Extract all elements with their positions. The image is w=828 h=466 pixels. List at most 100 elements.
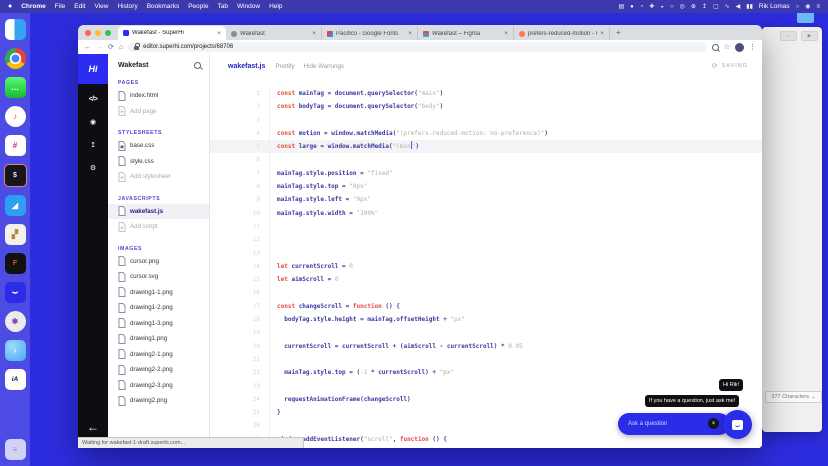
- code-text[interactable]: mainTag.style.left = "0px": [270, 193, 371, 206]
- code-text[interactable]: [270, 380, 277, 393]
- code-line[interactable]: 11: [210, 219, 762, 234]
- file-item[interactable]: drawing2-2.png: [108, 362, 209, 378]
- code-text[interactable]: mainTag.style.top = (-1 * currentScroll)…: [270, 366, 454, 379]
- circle-icon[interactable]: ○: [670, 4, 674, 10]
- code-text[interactable]: requestAnimationFrame(changeScroll): [270, 393, 410, 406]
- code-text[interactable]: mainTag.style.width = "100%": [270, 207, 378, 220]
- vscode-icon[interactable]: ◢: [4, 195, 26, 216]
- home-button[interactable]: ⌂: [119, 44, 123, 51]
- minimize-window-button[interactable]: [95, 29, 101, 36]
- battery-icon[interactable]: ▮▮: [746, 3, 753, 10]
- siri-icon[interactable]: ◉: [805, 3, 810, 10]
- moon-icon[interactable]: ◒: [660, 4, 664, 10]
- code-line[interactable]: 18 bodyTag.style.height = mainTag.offset…: [210, 313, 762, 327]
- code-text[interactable]: [270, 247, 277, 260]
- chat-launcher-button[interactable]: [723, 410, 752, 439]
- record-icon[interactable]: ◎: [680, 3, 685, 10]
- code-text[interactable]: const changeScroll = function () {: [270, 300, 400, 313]
- reload-button[interactable]: ⟳: [108, 43, 114, 51]
- apple-menu-icon[interactable]: ●: [8, 3, 12, 10]
- code-line[interactable]: 16: [210, 286, 762, 300]
- code-text[interactable]: currentScroll = currentScroll + (aimScro…: [270, 340, 522, 353]
- file-item[interactable]: drawing1-2.png: [108, 300, 209, 316]
- address-bar[interactable]: editor.superhi.com/projects/68706: [128, 42, 707, 52]
- browser-tab[interactable]: Wakefast – Figma ×: [418, 27, 514, 40]
- browser-tab[interactable]: Wakefast ×: [226, 27, 322, 40]
- code-line[interactable]: 14 let currentScroll = 0: [210, 259, 762, 274]
- code-line[interactable]: 7 mainTag.style.position = "fixed": [210, 166, 762, 181]
- code-line[interactable]: 3: [210, 113, 762, 127]
- code-text[interactable]: [270, 114, 277, 127]
- browser-menu-icon[interactable]: ⋮: [749, 43, 756, 51]
- code-text[interactable]: [270, 419, 277, 432]
- layout-button[interactable]: ⌄: [780, 31, 797, 41]
- intercom-icon[interactable]: ⌣: [4, 282, 26, 303]
- wifi-icon[interactable]: ∿: [725, 3, 730, 10]
- code-line[interactable]: 20 currentScroll = currentScroll + (aimS…: [210, 339, 762, 353]
- code-line[interactable]: 5 const large = window.matchMedia("(min"): [210, 140, 762, 154]
- code-line[interactable]: 15 let aimScroll = 0: [210, 273, 762, 287]
- spotlight-icon[interactable]: ○: [796, 4, 800, 10]
- file-item[interactable]: drawing2-3.png: [108, 378, 209, 394]
- browser-tab[interactable]: prefers-reduced-motion - CS ×: [514, 27, 610, 40]
- quicktime-icon[interactable]: ✱: [4, 311, 26, 332]
- music-icon[interactable]: ♪: [4, 106, 26, 127]
- menu-item-view[interactable]: View: [94, 3, 108, 10]
- code-text[interactable]: }: [270, 406, 281, 419]
- file-item[interactable]: drawing2.png: [108, 393, 209, 409]
- code-text[interactable]: [270, 286, 277, 299]
- code-line[interactable]: 1 const mainTag = document.querySelector(…: [210, 87, 762, 101]
- back-arrow-button[interactable]: ←: [87, 420, 99, 434]
- menu-item-chrome[interactable]: Chrome: [21, 3, 46, 10]
- figma-icon[interactable]: F: [4, 253, 26, 274]
- tab-close-icon[interactable]: ×: [217, 30, 221, 37]
- tab-close-icon[interactable]: ×: [504, 30, 508, 37]
- file-item[interactable]: drawing1-1.png: [108, 285, 209, 301]
- code-icon[interactable]: </>: [89, 92, 98, 106]
- slack-icon[interactable]: #: [4, 135, 26, 156]
- code-line[interactable]: 17 const changeScroll = function () {: [210, 299, 762, 314]
- code-line[interactable]: 8 mainTag.style.top = "0px": [210, 180, 762, 194]
- close-window-button[interactable]: [85, 29, 91, 36]
- file-item[interactable]: index.html: [108, 88, 209, 104]
- file-item[interactable]: base.css: [108, 138, 209, 154]
- trash-icon[interactable]: ≡: [4, 439, 26, 460]
- bookmark-star-icon[interactable]: ☆: [724, 43, 730, 51]
- profile-avatar[interactable]: [735, 42, 744, 52]
- action-hide-warnings[interactable]: Hide Warnings: [304, 63, 344, 70]
- code-line[interactable]: 2 const bodyTag = document.querySelector(…: [210, 100, 762, 114]
- volume-icon[interactable]: ◀: [736, 3, 741, 10]
- notification-center-icon[interactable]: ≡: [816, 4, 820, 10]
- tab-close-icon[interactable]: ×: [600, 30, 604, 37]
- code-line[interactable]: 19: [210, 326, 762, 340]
- file-item[interactable]: wakefast.js: [108, 203, 209, 219]
- code-text[interactable]: let currentScroll = 0: [270, 260, 353, 273]
- code-text[interactable]: const motion = window.matchMedia("(prefe…: [270, 127, 548, 140]
- code-text[interactable]: bodyTag.style.height = mainTag.offsetHei…: [270, 313, 465, 326]
- display-icon[interactable]: ▤: [618, 3, 624, 10]
- upload-publish-icon[interactable]: ↥: [90, 138, 96, 152]
- code-text[interactable]: [270, 220, 277, 233]
- menu-item-window[interactable]: Window: [237, 3, 260, 10]
- play-button[interactable]: ▶: [801, 31, 818, 41]
- code-line[interactable]: 12: [210, 233, 762, 247]
- tab-close-icon[interactable]: ×: [408, 30, 412, 37]
- file-item[interactable]: cursor.svg: [108, 269, 209, 285]
- add-file-button[interactable]: Add page: [108, 104, 209, 120]
- tweetbot-icon[interactable]: ›: [4, 340, 26, 361]
- menu-item-people[interactable]: People: [188, 3, 208, 10]
- url-text[interactable]: editor.superhi.com/projects/68706: [143, 44, 233, 50]
- health-icon[interactable]: ✚: [649, 3, 654, 10]
- terminal-icon[interactable]: $: [3, 164, 27, 187]
- search-icon[interactable]: [711, 43, 719, 51]
- sidebar-search-icon[interactable]: [194, 62, 201, 69]
- eye-preview-icon[interactable]: ◉: [90, 115, 96, 129]
- menu-item-tab[interactable]: Tab: [217, 3, 227, 10]
- code-text[interactable]: mainTag.style.position = "fixed": [270, 167, 393, 180]
- action-prettify[interactable]: Prettify: [275, 63, 294, 70]
- code-text[interactable]: [270, 353, 277, 366]
- code-line[interactable]: 10 mainTag.style.width = "100%": [210, 206, 762, 220]
- clock-icon[interactable]: ◔: [640, 4, 644, 10]
- file-item[interactable]: cursor.png: [108, 254, 209, 270]
- code-text[interactable]: const large = window.matchMedia("(min"): [270, 140, 419, 153]
